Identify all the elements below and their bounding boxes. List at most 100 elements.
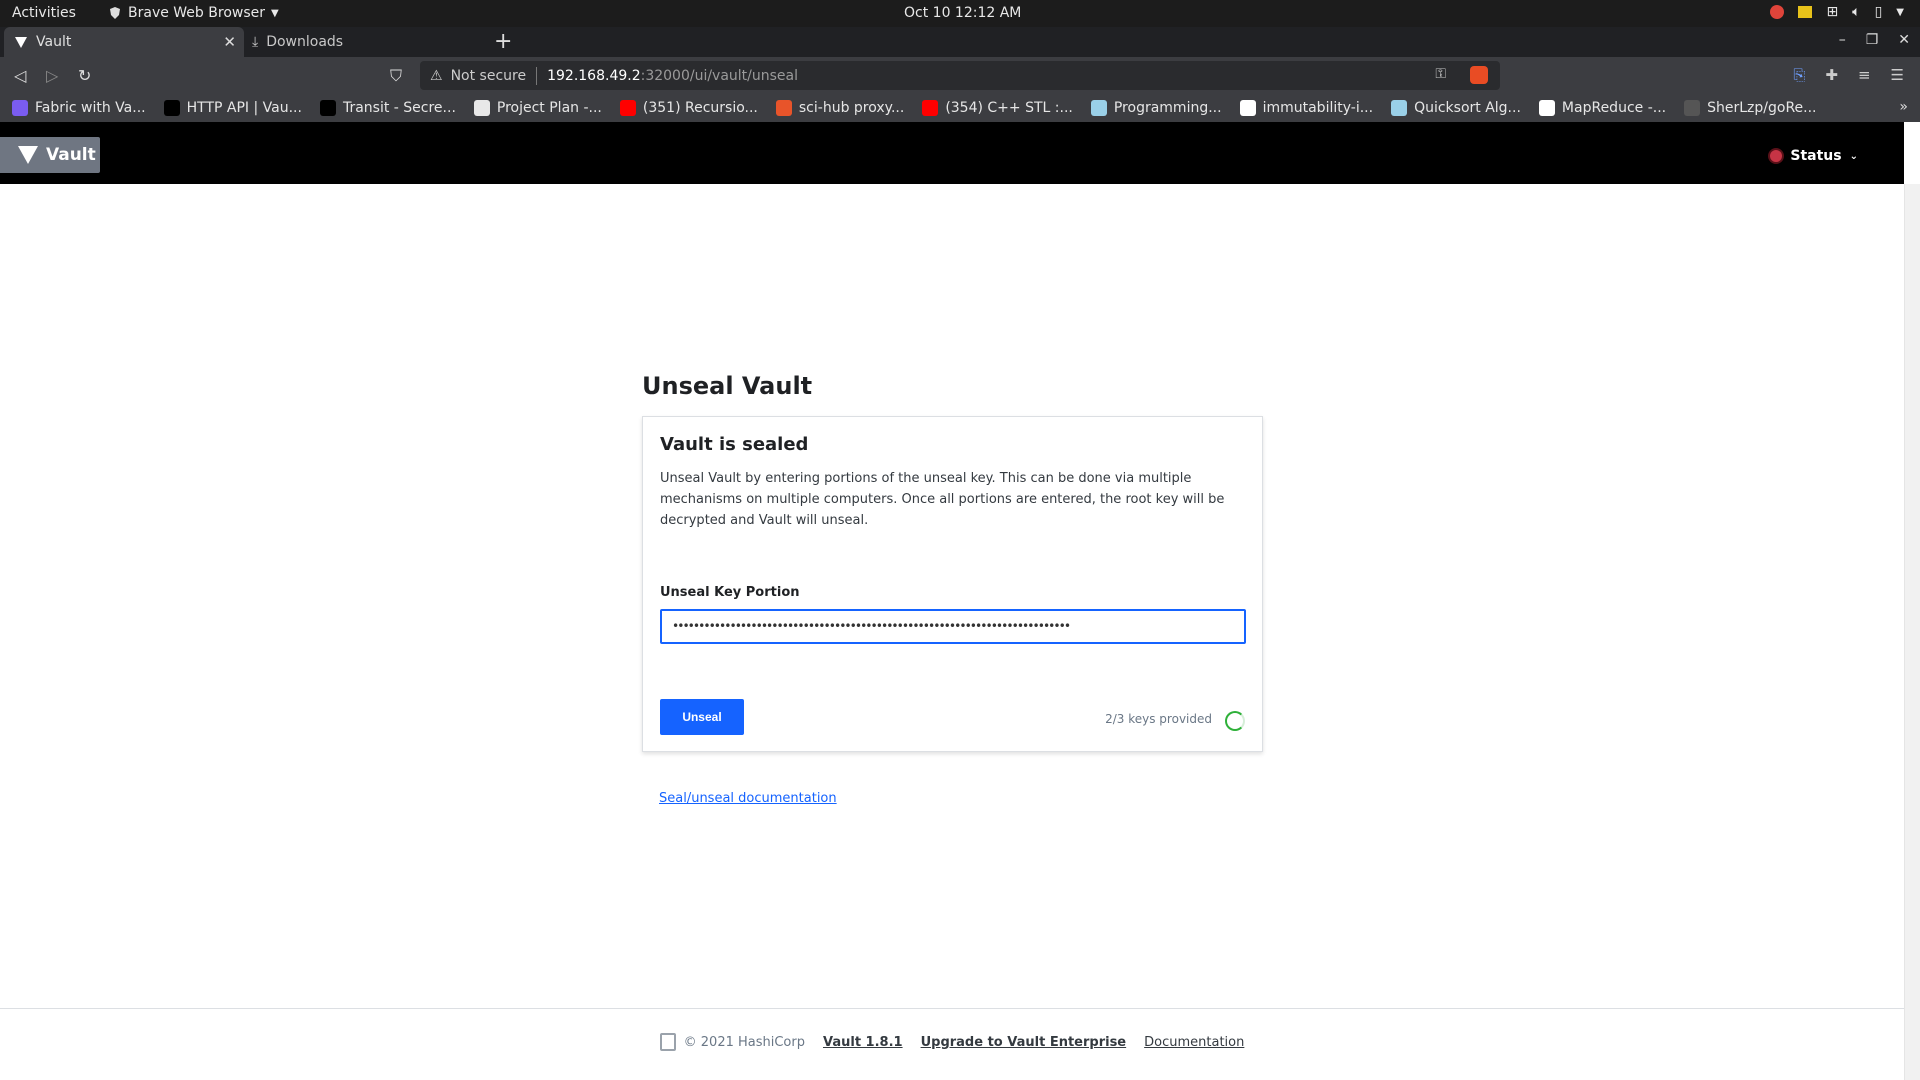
back-icon[interactable]: ◁	[14, 66, 26, 85]
system-tray: ⊞ 🔈︎ ▯ ▼	[1770, 4, 1904, 20]
bookmarks-overflow-icon[interactable]: »	[1899, 99, 1908, 115]
bookmark-item[interactable]: Transit - Secre...	[319, 100, 456, 116]
page-footer: © 2021 HashiCorp Vault 1.8.1 Upgrade to …	[0, 1033, 1904, 1051]
record-indicator-icon[interactable]	[1770, 5, 1785, 19]
vault-triangle-icon	[15, 37, 27, 48]
network-icon[interactable]: ⊞	[1826, 4, 1838, 20]
url-path: :32000/ui/vault/unseal	[640, 67, 799, 84]
youtube-icon	[619, 100, 636, 116]
tab-downloads[interactable]: ⤓ Downloads	[248, 27, 480, 57]
tab-vault[interactable]: Vault ✕	[4, 27, 244, 57]
bookmark-item[interactable]: HTTP API | Vau...	[163, 100, 302, 116]
bookmark-label: SherLzp/goRe...	[1707, 100, 1817, 116]
playlist-icon[interactable]: ≡	[1858, 66, 1871, 84]
bookmark-item[interactable]: immutability-i...	[1239, 100, 1374, 116]
bookmark-item[interactable]: Fabric with Va...	[12, 100, 146, 116]
unseal-button[interactable]: Unseal	[660, 699, 744, 735]
address-bar[interactable]: ⚠ Not secure 192.168.49.2 :32000/ui/vaul…	[420, 61, 1500, 90]
bookmark-item[interactable]: (354) C++ STL :...	[922, 100, 1073, 116]
security-label[interactable]: Not secure	[451, 68, 527, 84]
bookmark-label: immutability-i...	[1262, 100, 1374, 116]
extensions-icon[interactable]: ✚	[1825, 66, 1838, 84]
minimize-icon[interactable]: –	[1839, 32, 1846, 48]
bookmark-item[interactable]: (351) Recursio...	[619, 100, 758, 116]
bookmark-label: Project Plan -...	[496, 100, 602, 116]
status-menu[interactable]: Status ⌄	[1770, 148, 1858, 164]
github-icon	[1684, 100, 1701, 116]
seal-unseal-docs-link[interactable]: Seal/unseal documentation	[659, 791, 837, 806]
new-tab-button[interactable]: +	[494, 29, 512, 54]
browser-tab-strip: Vault ✕ ⤓ Downloads + – ❐ ✕	[0, 27, 1920, 57]
chevron-down-icon: ⌄	[1849, 150, 1858, 162]
bookmark-item[interactable]: Programming...	[1090, 100, 1222, 116]
reload-icon[interactable]: ↻	[78, 66, 91, 85]
close-tab-icon[interactable]: ✕	[223, 33, 236, 51]
bookmark-item[interactable]: SherLzp/goRe...	[1684, 100, 1817, 116]
os-top-bar: Activities Brave Web Browser ▼ Oct 10 12…	[0, 0, 1920, 27]
tab-title: Downloads	[266, 34, 344, 50]
volume-icon[interactable]: 🔈︎	[1852, 4, 1860, 20]
translate-icon[interactable]: ⎘	[1793, 66, 1805, 84]
bookmark-item[interactable]: MapReduce -...	[1538, 100, 1667, 116]
vault-logo-text: Vault	[46, 145, 96, 165]
key-icon[interactable]: ⚿	[1435, 66, 1446, 82]
brave-shields-icon[interactable]	[1470, 66, 1488, 84]
bookmark-label: Fabric with Va...	[35, 100, 146, 116]
battery-icon[interactable]: ▯	[1875, 4, 1883, 20]
bookmark-item[interactable]: Project Plan -...	[473, 100, 602, 116]
chevron-down-icon: ▼	[271, 7, 279, 19]
documentation-link[interactable]: Documentation	[1144, 1035, 1244, 1050]
notes-icon[interactable]	[1798, 6, 1813, 18]
vault-logo-icon	[18, 146, 38, 164]
power-menu-chevron-icon[interactable]: ▼	[1896, 7, 1904, 18]
bookmark-label: Quicksort Alg...	[1414, 100, 1521, 116]
system-clock[interactable]: Oct 10 12:12 AM	[904, 5, 1021, 21]
unseal-card: Vault is sealed Unseal Vault by entering…	[642, 416, 1263, 752]
unseal-description: Unseal Vault by entering portions of the…	[660, 471, 1225, 528]
fabric-icon	[12, 100, 28, 116]
app-menu[interactable]: Brave Web Browser ▼	[108, 5, 279, 21]
bookmark-icon[interactable]: ⛉	[390, 66, 402, 86]
mountain-icon	[1090, 100, 1107, 116]
card-title: Vault is sealed	[660, 434, 809, 455]
browser-toolbar: ◁ ▷ ↻ ⛉ ⚠ Not secure 192.168.49.2 :32000…	[0, 57, 1920, 94]
bookmark-label: sci-hub proxy...	[798, 100, 905, 116]
hashicorp-logo-icon	[659, 1033, 676, 1051]
footer-divider	[0, 1008, 1904, 1009]
bookmark-item[interactable]: sci-hub proxy...	[775, 100, 905, 116]
mountain-icon	[1391, 100, 1408, 116]
vault-triangle-icon	[319, 100, 336, 116]
unseal-key-input[interactable]: ••••••••••••••••••••••••••••••••••••••••…	[660, 609, 1246, 644]
tab-title: Vault	[36, 34, 72, 50]
keys-progress-text: 2/3 keys provided	[1105, 712, 1212, 726]
url-host: 192.168.49.2	[547, 67, 641, 84]
scihub-icon	[775, 100, 792, 116]
warning-icon[interactable]: ⚠	[430, 68, 443, 84]
document-icon	[473, 100, 490, 116]
window-controls: – ❐ ✕	[1839, 32, 1910, 48]
activities-button[interactable]: Activities	[12, 5, 76, 21]
vault-version-link[interactable]: Vault 1.8.1	[823, 1035, 903, 1050]
menu-icon[interactable]: ☰	[1891, 66, 1904, 84]
page-scrollbar[interactable]	[1904, 184, 1920, 1080]
vault-home-link[interactable]: Vault	[0, 137, 100, 173]
bookmark-label: HTTP API | Vau...	[186, 100, 302, 116]
page-title: Unseal Vault	[642, 372, 813, 400]
bookmark-label: Transit - Secre...	[342, 100, 456, 116]
keys-progress-ring-icon	[1225, 711, 1245, 731]
bookmark-label: (351) Recursio...	[642, 100, 758, 116]
app-menu-label: Brave Web Browser	[128, 5, 265, 21]
close-window-icon[interactable]: ✕	[1898, 32, 1910, 48]
download-icon: ⤓	[252, 34, 259, 50]
copyright-text: © 2021 HashiCorp	[683, 1034, 805, 1050]
bookmark-label: MapReduce -...	[1561, 100, 1667, 116]
restore-icon[interactable]: ❐	[1866, 32, 1879, 48]
bookmark-item[interactable]: Quicksort Alg...	[1391, 100, 1521, 116]
wikipedia-icon	[1538, 100, 1555, 116]
bookmarks-bar: Fabric with Va... HTTP API | Vau... Transi…	[0, 94, 1920, 122]
forward-icon[interactable]: ▷	[46, 66, 58, 85]
sealed-status-dot-icon	[1770, 150, 1783, 162]
upgrade-enterprise-link[interactable]: Upgrade to Vault Enterprise	[921, 1035, 1127, 1050]
bookmark-label: Programming...	[1113, 100, 1222, 116]
vault-header: Vault Status ⌄	[0, 122, 1904, 184]
